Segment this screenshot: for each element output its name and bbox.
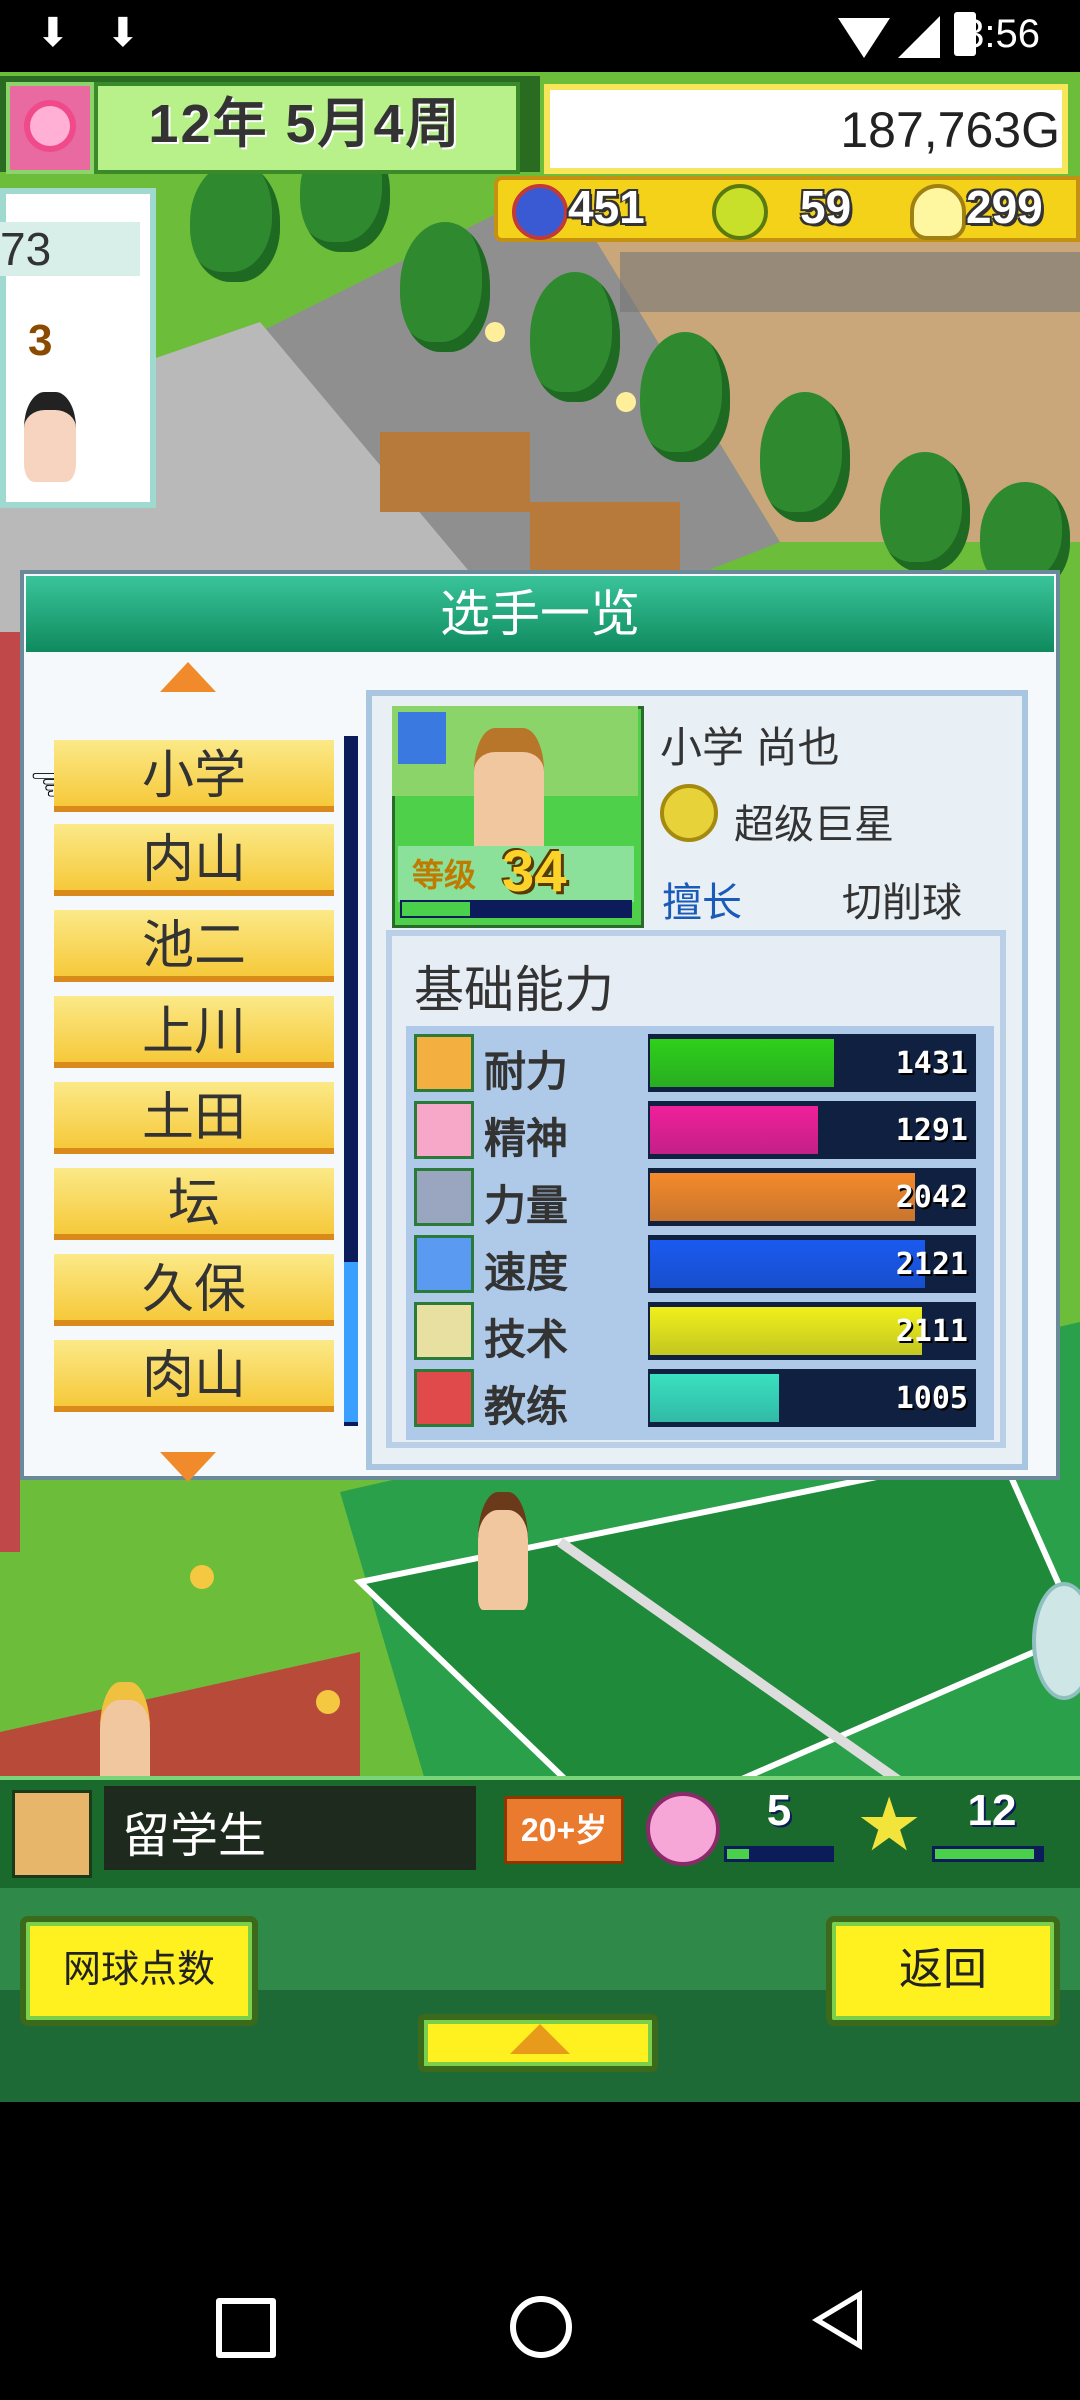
stat-label: 技术 [484,1316,569,1363]
stat-value: 2121 [895,1247,968,1282]
player-list-item[interactable]: 内山 [54,824,334,896]
person-icon [398,712,446,764]
stat-bar-fill [650,1039,834,1087]
shield-icon [512,184,568,240]
stat-label: 精神 [484,1115,569,1162]
stat-label: 教练 [484,1383,569,1430]
tree [530,272,620,402]
tree [880,452,970,572]
stats-title: 基础能力 [414,962,614,1018]
stat-label: 耐力 [484,1048,569,1095]
dumbbell-icon [414,1168,474,1226]
selected-player-avatar [12,1790,92,1878]
season-flower-icon [6,82,94,174]
tree [640,332,730,462]
home-button[interactable] [510,2296,572,2358]
stat-label: 速度 [484,1249,569,1296]
runner-icon [414,1235,474,1293]
stat-bar-fill [650,1374,779,1422]
stat-value: 1005 [895,1381,968,1416]
exp-bar-fill [402,902,470,916]
star-value: 12 [967,1786,1017,1835]
player-level: 34 [502,839,567,904]
panel-title: 选手一览 [440,586,640,642]
player-list-item[interactable]: 肉山 [54,1340,334,1412]
chevron-up-icon [510,2024,570,2054]
wifi-icon [838,18,890,58]
back-nav-inner [822,2299,857,2341]
mood-value: 5 [766,1786,792,1835]
scroll-up-arrow-icon[interactable] [160,662,216,692]
level-label: 等级 [412,857,477,893]
stat-label: 力量 [484,1182,569,1229]
player-list-item[interactable]: 坛 [54,1168,334,1240]
selected-player-name: 留学生 [122,1810,267,1863]
rank-badge-icon [660,784,718,842]
recents-button[interactable] [216,2298,276,2358]
side-card-value: 73 [0,222,140,276]
stat-bar-fill [650,1106,818,1154]
racket-icon [414,1302,474,1360]
specialty-label: 擅长 [662,881,742,925]
download-icon: ⬇ [36,11,70,55]
resource-ball-value: 59 [800,181,852,233]
list-scrollbar-thumb[interactable] [344,1262,358,1422]
stat-value: 2042 [895,1180,968,1215]
tree [760,392,850,522]
mood-face-icon [646,1792,720,1866]
tree [400,222,490,352]
side-card-count: 3 [28,316,53,365]
stat-value: 1291 [895,1113,968,1148]
star-icon: ★ [856,1783,923,1866]
back-button[interactable]: 返回 [826,1916,1060,2026]
lightbulb-icon [910,184,966,240]
resource-shield-value: 451 [568,181,645,233]
scroll-down-arrow-icon[interactable] [160,1452,216,1482]
player-list-item[interactable]: 小学 [54,740,334,812]
player-list-item[interactable]: 土田 [54,1082,334,1154]
signal-icon [898,16,940,58]
manager-avatar [24,392,76,482]
tennis-points-button[interactable]: 网球点数 [20,1916,258,2026]
gold-amount: 187,763G [840,102,1060,158]
whistle-icon [414,1369,474,1427]
age-badge: 20+岁 [504,1796,624,1864]
stat-value: 1431 [895,1046,968,1081]
mood-bar [724,1846,834,1862]
resource-idea-value: 299 [966,181,1043,233]
status-bar: ⬇ ⬇ 3:56 [0,0,1080,72]
player-list-item[interactable]: 池二 [54,910,334,982]
clock: 3:56 [962,12,1040,56]
player-rank: 超级巨星 [734,803,894,847]
stat-value: 2111 [895,1314,968,1349]
tree [190,162,280,282]
heart-icon [414,1101,474,1159]
tennis-ball-icon [712,184,768,240]
download-icon: ⬇ [106,11,140,55]
star-bar [932,1846,1044,1862]
player-list-item[interactable]: 久保 [54,1254,334,1326]
player-name: 小学 尚也 [660,724,840,771]
tennis-player-sprite [478,1492,528,1610]
muscle-icon [414,1034,474,1092]
game-date: 12年 5月4周 [148,94,462,154]
specialty-value: 切削球 [842,881,962,925]
player-list-item[interactable]: 上川 [54,996,334,1068]
